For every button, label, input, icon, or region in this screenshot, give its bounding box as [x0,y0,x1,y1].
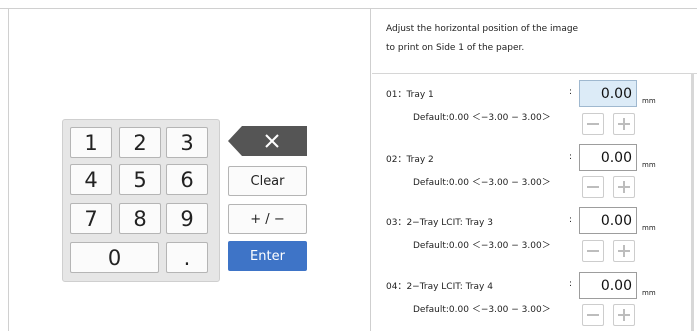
key-4[interactable]: 4 [70,164,112,195]
tray-3-increment-button[interactable] [613,240,635,262]
key-decimal[interactable]: . [166,242,208,273]
key-5[interactable]: 5 [119,164,161,195]
left-border [8,8,9,331]
colon: : [569,279,573,289]
key-8[interactable]: 8 [119,203,161,234]
tray-4-decrement-button[interactable] [582,304,604,326]
tray-4-label: 04：2−Tray LCIT: Tray 4 [386,282,493,292]
description-divider [372,73,697,74]
description-line-2: to print on Side 1 of the paper. [386,43,525,53]
colon: : [569,215,573,225]
panel-divider [370,8,371,331]
unit-label: mm [642,97,656,105]
colon: : [569,152,573,162]
tray-2-decrement-button[interactable] [582,176,604,198]
tray-2-value-field[interactable]: 0.00 [579,144,637,171]
key-0[interactable]: 0 [70,242,159,273]
tray-3-value-field[interactable]: 0.00 [579,207,637,234]
key-7[interactable]: 7 [70,203,112,234]
tray-1-label: 01：Tray 1 [386,90,434,100]
unit-label: mm [642,224,656,232]
backspace-icon [228,126,307,156]
tray-3-default: Default:0.00 ＜−3.00 − 3.00＞ [413,241,551,251]
plus-icon [618,309,630,321]
description-line-1: Adjust the horizontal position of the im… [386,24,579,34]
plus-icon [618,118,630,130]
key-3[interactable]: 3 [166,127,208,158]
tray-4-value-field[interactable]: 0.00 [579,272,637,299]
minus-icon [587,314,599,316]
tray-3-decrement-button[interactable] [582,240,604,262]
plus-icon [618,181,630,193]
tray-2-label: 02：Tray 2 [386,155,434,165]
colon: : [569,87,573,97]
enter-button[interactable]: Enter [228,241,307,271]
tray-1-increment-button[interactable] [613,113,635,135]
key-1[interactable]: 1 [70,127,112,158]
key-6[interactable]: 6 [166,164,208,195]
tray-4-default: Default:0.00 ＜−3.00 − 3.00＞ [413,305,551,315]
numeric-keypad: 1 2 3 4 5 6 7 8 9 0 . [62,119,220,282]
tray-3-label: 03：2−Tray LCIT: Tray 3 [386,218,493,228]
key-2[interactable]: 2 [119,127,161,158]
plus-minus-button[interactable]: + / − [228,204,307,234]
top-divider [0,8,697,9]
backspace-button[interactable] [228,126,307,156]
plus-icon [618,245,630,257]
tray-1-value-field[interactable]: 0.00 [579,80,637,107]
tray-2-increment-button[interactable] [613,176,635,198]
unit-label: mm [642,289,656,297]
tray-1-decrement-button[interactable] [582,113,604,135]
description: Adjust the horizontal position of the im… [386,20,686,58]
tray-1-default: Default:0.00 ＜−3.00 − 3.00＞ [413,113,551,123]
scrollbar[interactable] [691,73,694,331]
clear-button[interactable]: Clear [228,166,307,196]
unit-label: mm [642,161,656,169]
minus-icon [587,123,599,125]
tray-2-default: Default:0.00 ＜−3.00 − 3.00＞ [413,178,551,188]
minus-icon [587,186,599,188]
minus-icon [587,250,599,252]
tray-4-increment-button[interactable] [613,304,635,326]
key-9[interactable]: 9 [166,203,208,234]
